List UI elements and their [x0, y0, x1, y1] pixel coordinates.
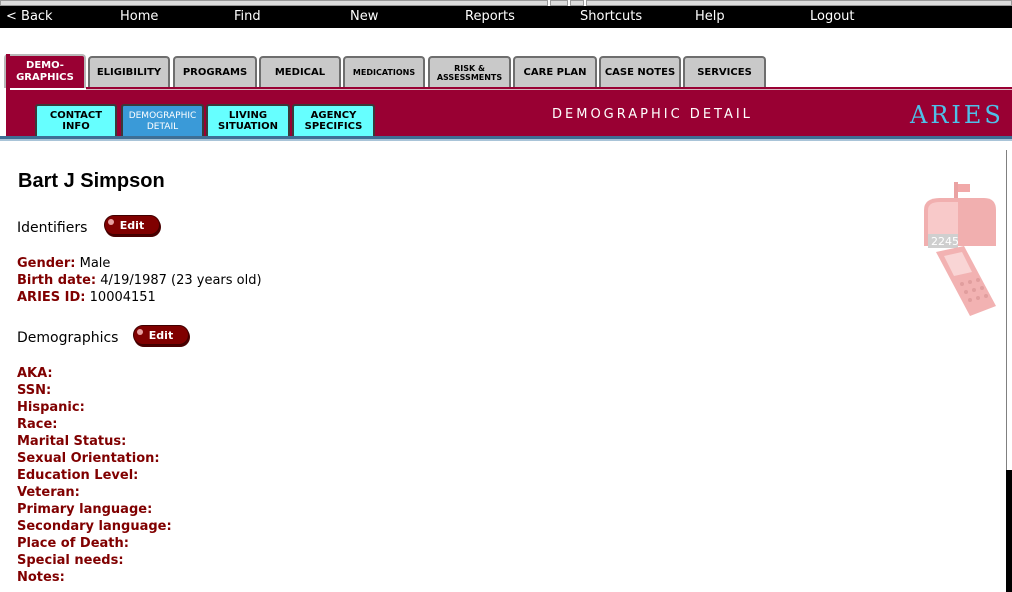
race-label: Race: — [17, 417, 58, 432]
tab-risk-assessments-label: RISK & ASSESSMENTS — [436, 63, 503, 82]
sexual-orientation-label: Sexual Orientation: — [17, 451, 160, 466]
tab-case-notes[interactable]: CASE NOTES — [599, 56, 681, 88]
tab-eligibility-label: ELIGIBILITY — [96, 67, 162, 78]
subtab-demographic-line1: DEMOGRAPHIC — [128, 110, 197, 121]
tab-risk-line2: ASSESSMENTS — [436, 72, 503, 82]
subtab-contact-line2: INFO — [62, 120, 90, 132]
subtab-agency-line1: AGENCY — [310, 109, 357, 121]
tab-demographics-label: DEMO- GRAPHICS — [16, 61, 74, 83]
tab-care-plan[interactable]: CARE PLAN — [513, 56, 597, 88]
menu-bar: < Back Home Find New Reports Shortcuts H… — [0, 6, 1012, 28]
place-of-death-label: Place of Death: — [17, 536, 129, 551]
special-needs-field: Special needs: — [17, 552, 124, 569]
primary-language-label: Primary language: — [17, 502, 153, 517]
identifiers-heading: Identifiers — [17, 220, 88, 236]
header-divider-light — [0, 139, 1012, 141]
demographics-heading: Demographics — [17, 330, 119, 346]
help-link[interactable]: Help — [695, 9, 725, 25]
subtab-living-situation-label: LIVING SITUATION — [218, 109, 278, 132]
mailbox-flag — [958, 184, 970, 192]
subtab-living-situation[interactable]: LIVING SITUATION — [206, 104, 290, 136]
subtab-living-line1: LIVING — [228, 109, 268, 121]
hispanic-label: Hispanic: — [17, 400, 85, 415]
race-field: Race: — [17, 416, 58, 433]
subtab-demographic-detail[interactable]: DEMOGRAPHIC DETAIL — [121, 104, 204, 136]
demographics-edit-button[interactable]: Edit — [133, 325, 189, 345]
logout-link[interactable]: Logout — [810, 9, 855, 25]
hispanic-field: Hispanic: — [17, 399, 85, 416]
notes-field: Notes: — [17, 569, 65, 586]
sexual-orientation-field: Sexual Orientation: — [17, 450, 160, 467]
subtab-contact-line1: CONTACT — [49, 109, 103, 121]
new-link[interactable]: New — [350, 9, 378, 25]
ssn-label: SSN: — [17, 383, 52, 398]
tab-medications-label: MEDICATIONS — [352, 68, 416, 77]
tab-risk-line1: RISK & — [454, 63, 485, 73]
tab-medical[interactable]: MEDICAL — [259, 56, 341, 88]
find-link[interactable]: Find — [234, 9, 261, 25]
subtab-demographic-detail-label: DEMOGRAPHIC DETAIL — [129, 111, 197, 132]
tab-programs[interactable]: PROGRAMS — [173, 56, 257, 88]
marital-status-field: Marital Status: — [17, 433, 126, 450]
subtab-living-line2: SITUATION — [218, 120, 278, 132]
birth-date-value: 4/19/1987 (23 years old) — [100, 273, 262, 288]
aka-field: AKA: — [17, 365, 53, 382]
subtab-agency-line2: SPECIFICS — [304, 120, 363, 132]
identifiers-edit-button[interactable]: Edit — [104, 215, 160, 235]
tab-risk-assessments[interactable]: RISK & ASSESSMENTS — [428, 56, 511, 88]
marital-status-label: Marital Status: — [17, 434, 127, 449]
place-of-death-field: Place of Death: — [17, 535, 129, 552]
right-edge-block — [1006, 470, 1012, 592]
tab-case-notes-label: CASE NOTES — [604, 67, 676, 78]
veteran-label: Veteran: — [17, 485, 80, 500]
veteran-field: Veteran: — [17, 484, 80, 501]
special-needs-label: Special needs: — [17, 553, 124, 568]
ssn-field: SSN: — [17, 382, 51, 399]
tab-medications[interactable]: MEDICATIONS — [343, 56, 425, 88]
subtab-agency-specifics-label: AGENCY SPECIFICS — [304, 109, 363, 132]
tab-demographics-line1: DEMO- — [26, 60, 64, 71]
subtab-agency-specifics[interactable]: AGENCY SPECIFICS — [292, 104, 375, 136]
secondary-language-field: Secondary language: — [17, 518, 172, 535]
education-level-field: Education Level: — [17, 467, 138, 484]
secondary-language-label: Secondary language: — [17, 519, 172, 534]
gender-label: Gender: — [17, 256, 76, 271]
tab-demographics[interactable]: DEMO- GRAPHICS — [4, 54, 86, 88]
home-link[interactable]: Home — [120, 9, 158, 25]
birth-date-field: Birth date: 4/19/1987 (23 years old) — [17, 272, 262, 289]
education-level-label: Education Level: — [17, 468, 139, 483]
tab-services-label: SERVICES — [697, 67, 752, 78]
tab-programs-label: PROGRAMS — [182, 67, 248, 78]
tab-care-plan-label: CARE PLAN — [523, 67, 587, 78]
gender-field: Gender: Male — [17, 255, 110, 272]
reports-link[interactable]: Reports — [465, 9, 515, 25]
tab-eligibility[interactable]: ELIGIBILITY — [88, 56, 170, 88]
tab-services[interactable]: SERVICES — [683, 56, 766, 88]
shortcuts-link[interactable]: Shortcuts — [580, 9, 642, 25]
aka-label: AKA: — [17, 366, 53, 381]
aries-logo: ARIES — [910, 101, 1004, 129]
aries-id-label: ARIES ID: — [17, 290, 86, 305]
back-link[interactable]: < Back — [6, 9, 53, 25]
birth-date-label: Birth date: — [17, 273, 97, 288]
gender-value: Male — [79, 256, 111, 271]
aries-id-field: ARIES ID: 10004151 — [17, 289, 156, 306]
tab-medical-label: MEDICAL — [274, 67, 326, 78]
subtab-demographic-line2: DETAIL — [146, 121, 179, 132]
subtab-contact-info-label: CONTACT INFO — [49, 109, 103, 132]
mailbox-phone-icon: 2245 — [924, 182, 996, 316]
tab-demographics-line2: GRAPHICS — [16, 72, 74, 83]
mailbox-number: 2245 — [931, 235, 959, 248]
section-title: DEMOGRAPHIC DETAIL — [552, 107, 753, 122]
primary-language-field: Primary language: — [17, 501, 152, 518]
client-name: Bart J Simpson — [18, 170, 165, 192]
notes-label: Notes: — [17, 570, 65, 585]
subtab-contact-info[interactable]: CONTACT INFO — [35, 104, 117, 136]
aries-id-value: 10004151 — [89, 290, 156, 305]
